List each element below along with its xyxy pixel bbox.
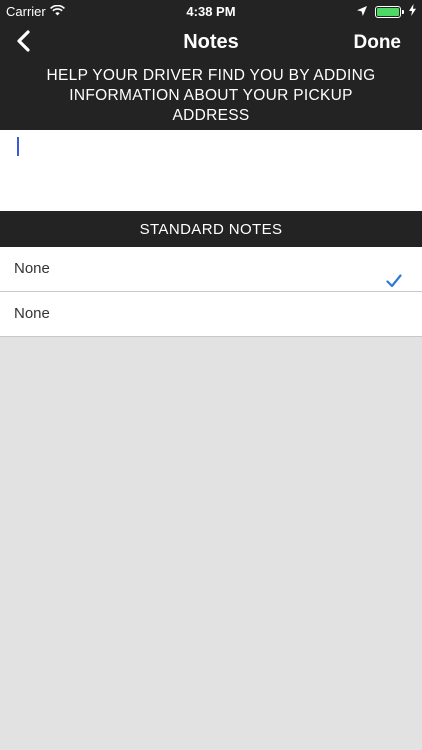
text-cursor: [17, 137, 19, 156]
checkmark-icon: [386, 262, 402, 288]
status-bar: Carrier 4:38 PM: [0, 0, 422, 22]
list-item-label: None: [14, 260, 50, 277]
status-right-group: [357, 4, 416, 19]
battery-icon: [375, 5, 404, 18]
charging-bolt-icon: [409, 4, 416, 19]
notes-area: [0, 130, 422, 211]
list-item[interactable]: None: [0, 292, 422, 337]
standard-notes-list: None None: [0, 247, 422, 337]
notes-input[interactable]: [0, 130, 422, 211]
done-button[interactable]: Done: [354, 32, 402, 54]
list-item-label: None: [14, 305, 50, 322]
standard-notes-header: STANDARD NOTES: [0, 211, 422, 247]
location-arrow-icon: [357, 4, 367, 19]
instruction-banner: HELP YOUR DRIVER FIND YOU BY ADDING INFO…: [0, 64, 422, 130]
list-item[interactable]: None: [0, 247, 422, 292]
navigation-bar: Notes Done: [0, 22, 422, 64]
